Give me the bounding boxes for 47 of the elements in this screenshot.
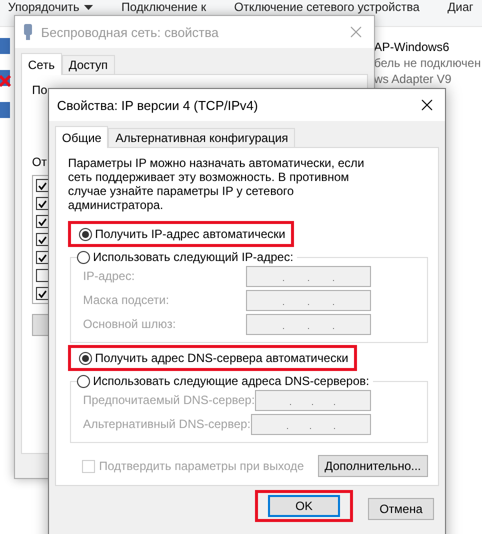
field-label: IP-адрес: <box>83 269 135 283</box>
checkbox[interactable] <box>36 179 49 192</box>
radio-label: Использовать следующий IP-адрес: <box>93 250 294 264</box>
checkbox[interactable] <box>36 287 49 300</box>
radio-button[interactable] <box>77 250 90 264</box>
adapter-text: бель не подключен <box>374 56 481 70</box>
tab[interactable]: Альтернативная конфигурация <box>108 128 296 147</box>
tab[interactable]: Доступ <box>62 55 115 74</box>
ip-address-field[interactable] <box>246 290 371 310</box>
field-label: Предпочитаемый DNS-сервер: <box>83 393 255 407</box>
checkbox-label: Подтвердить параметры при выходе <box>99 459 304 473</box>
ip-address-field[interactable] <box>254 390 371 410</box>
ip-address-field[interactable] <box>246 314 371 334</box>
toolbar-item[interactable]: Диаг <box>448 0 474 14</box>
field-label: Маска подсети: <box>83 293 170 307</box>
section-label: По <box>32 83 48 97</box>
radio-label: Получить IP-адрес автоматически <box>95 227 286 241</box>
checkbox[interactable] <box>36 233 49 246</box>
field-label: Основной шлюз: <box>83 317 176 331</box>
ip-address-field[interactable] <box>246 266 371 286</box>
checkbox[interactable] <box>36 251 49 264</box>
section-label: От <box>32 155 47 169</box>
toolbar-item[interactable]: Упорядочить <box>8 0 94 14</box>
tab[interactable]: Общие <box>55 126 108 148</box>
adapter-icon <box>23 24 33 40</box>
window-title: Беспроводная сеть: свойства <box>41 24 220 40</box>
radio-label: Получить адрес DNS-сервера автоматически <box>95 351 348 365</box>
adapter-text: AP-Windows6 <box>374 40 450 54</box>
ip-address-field[interactable] <box>250 414 371 434</box>
checkbox[interactable] <box>36 197 49 210</box>
close-icon[interactable] <box>421 99 433 111</box>
toolbar-item[interactable]: Подключение к <box>121 0 206 14</box>
dialog-title: Свойства: IP версии 4 (TCP/IPv4) <box>57 98 259 112</box>
advanced-button[interactable]: Дополнительно... <box>318 455 428 477</box>
radio-button[interactable] <box>79 352 92 364</box>
radio-button[interactable] <box>79 228 92 240</box>
field-label: Альтернативный DNS-сервер: <box>83 417 251 431</box>
toolbar-item[interactable]: Отключение сетевого устройства <box>234 0 420 14</box>
ok-button[interactable]: OK <box>268 495 340 517</box>
checkbox[interactable] <box>36 215 49 228</box>
radio-label: Использовать следующие адреса DNS-серверов: <box>93 374 370 388</box>
intro-text: Параметры IP можно назначать автоматически, если сеть поддерживает эту возможность. В противном случае узнайте параметры IP у сетевого администратора. <box>68 156 366 212</box>
radio-button[interactable] <box>77 374 90 388</box>
disconnected-network-icon <box>0 68 12 90</box>
checkbox[interactable] <box>36 269 49 282</box>
cancel-button[interactable]: Отмена <box>368 498 434 520</box>
tab[interactable]: Сеть <box>21 53 62 75</box>
